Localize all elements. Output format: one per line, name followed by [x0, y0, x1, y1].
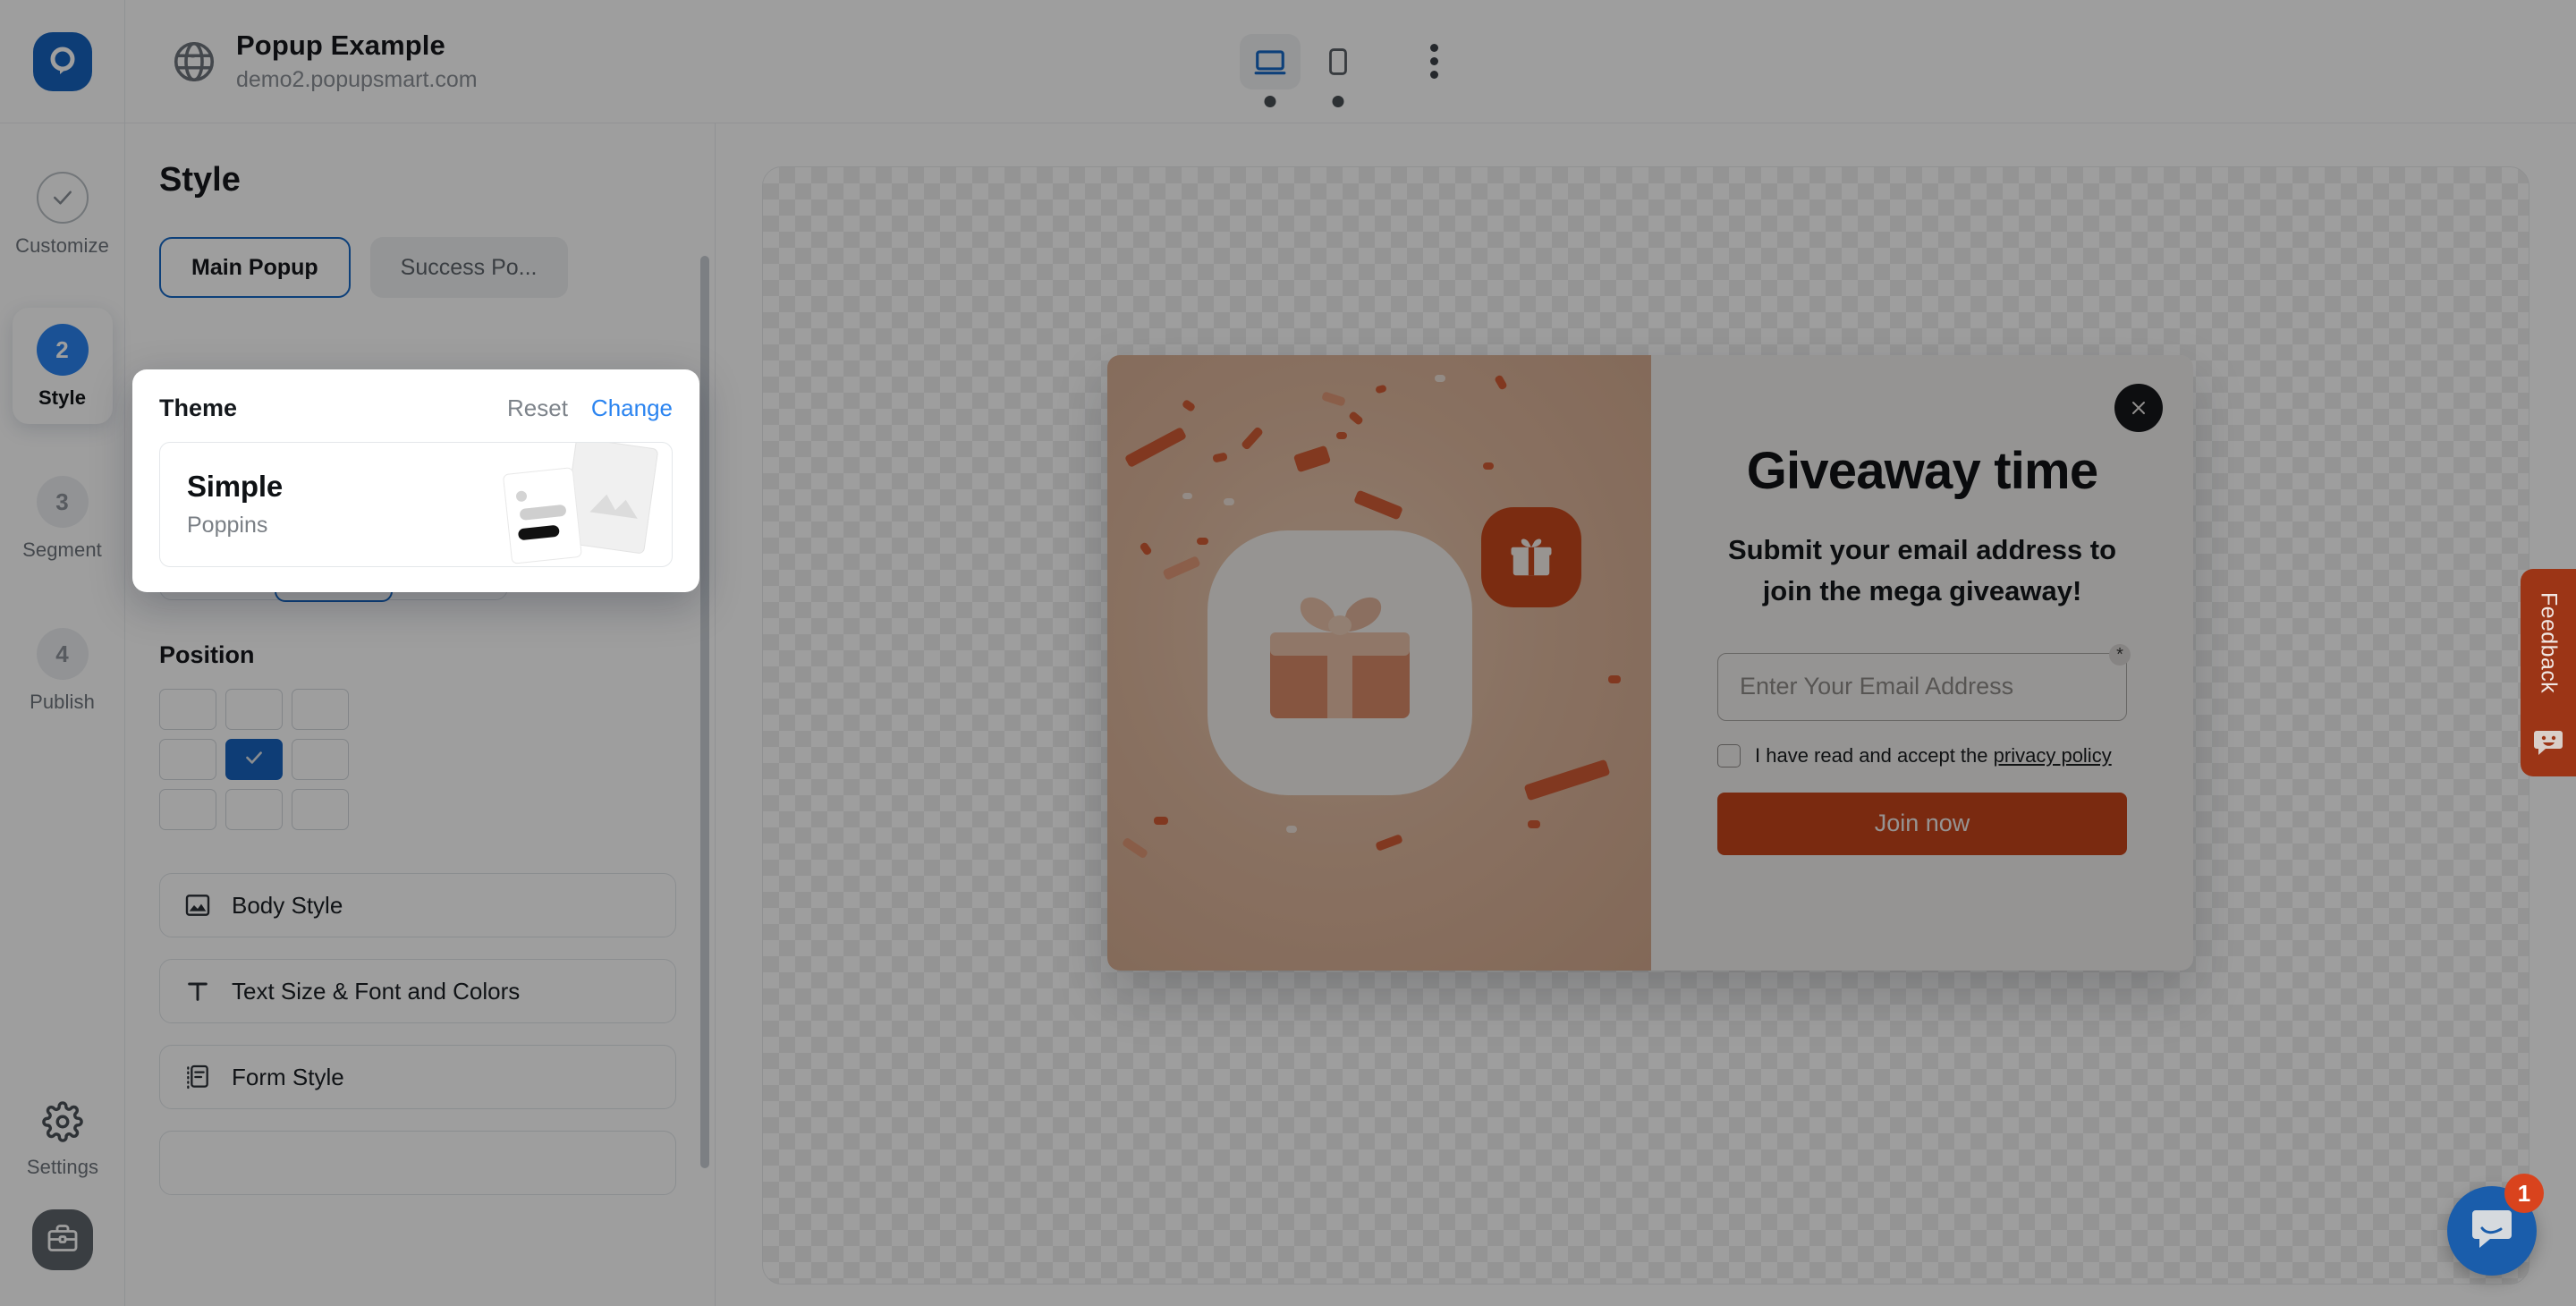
privacy-policy-link[interactable]: privacy policy	[1994, 744, 2112, 767]
kebab-dot	[1429, 71, 1438, 79]
theme-panel-header: Theme Reset Change	[159, 394, 673, 422]
popup-preview: Giveaway time Submit your email address …	[1107, 355, 2193, 971]
consent-label: I have read and accept the privacy polic…	[1755, 744, 2112, 767]
accordion-body-style[interactable]: Body Style	[159, 873, 676, 937]
kebab-dot	[1429, 44, 1438, 52]
theme-title: Theme	[159, 394, 238, 421]
chat-bubble-icon	[2469, 1207, 2515, 1256]
accordion-label: Form Style	[232, 1063, 344, 1090]
theme-panel: Theme Reset Change Simple Poppins	[132, 369, 699, 592]
sidebar-bottom: Settings	[0, 1101, 125, 1270]
sidebar-item-label: Publish	[30, 691, 95, 713]
accordion-form-style[interactable]: Form Style	[159, 1045, 676, 1109]
theme-change-button[interactable]: Change	[591, 394, 673, 422]
workspace-button[interactable]	[32, 1209, 93, 1270]
position-label: Position	[159, 641, 255, 668]
project-domain: demo2.popupsmart.com	[236, 67, 478, 92]
gift-box-illustration	[1250, 570, 1429, 740]
sidebar-item-segment[interactable]: 3 Segment	[13, 460, 113, 576]
check-circle-icon	[36, 172, 89, 224]
consent-checkbox[interactable]	[1717, 743, 1741, 767]
required-marker: *	[2109, 643, 2131, 666]
theme-card[interactable]: Simple Poppins	[159, 442, 673, 567]
globe-icon	[170, 38, 218, 86]
device-active-dot	[1264, 95, 1276, 107]
kebab-dot	[1429, 57, 1438, 65]
position-cell-middle-center[interactable]	[225, 739, 283, 780]
feedback-label: Feedback	[2536, 592, 2562, 693]
smiley-face-icon	[2533, 729, 2563, 760]
accordion-label: Text Size & Font and Colors	[232, 977, 521, 1005]
sidebar-item-label: Style	[38, 386, 87, 409]
email-field-wrapper: *	[1717, 643, 2131, 721]
popupsmart-logo-icon	[32, 31, 92, 91]
step-number-badge: 2	[36, 324, 89, 376]
sidebar-item-label: Segment	[22, 539, 102, 561]
gear-icon	[42, 1101, 83, 1147]
canvas-stage: Giveaway time Submit your email address …	[762, 166, 2529, 1285]
panel-title: Style	[159, 161, 241, 199]
sidebar-steps: Customize 2 Style 3 Segment 4 Publish	[0, 123, 124, 728]
position-cell-middle-right[interactable]	[292, 739, 349, 780]
style-panel: Style Main Popup Success Po... Basic Adv…	[125, 123, 716, 1306]
position-cell-bottom-center[interactable]	[225, 789, 283, 830]
panel-scrollbar[interactable]	[700, 256, 709, 1168]
accordion-label: Body Style	[232, 891, 343, 919]
popup-image-panel	[1107, 355, 1651, 971]
device-active-dot	[1332, 95, 1344, 107]
kebab-menu-icon[interactable]	[1406, 34, 1462, 89]
sidebar-item-customize[interactable]: Customize	[13, 156, 113, 272]
accordion-text-style[interactable]: Text Size & Font and Colors	[159, 959, 676, 1023]
close-x-icon[interactable]	[2114, 384, 2163, 432]
consent-row: I have read and accept the privacy polic…	[1717, 743, 2127, 767]
app-logo[interactable]	[0, 0, 124, 123]
position-cell-bottom-right[interactable]	[292, 789, 349, 830]
tab-success-popup[interactable]: Success Po...	[369, 237, 568, 298]
sidebar-item-style[interactable]: 2 Style	[12, 308, 113, 424]
step-number-badge: 3	[36, 476, 89, 528]
device-desktop-button[interactable]	[1240, 33, 1301, 107]
sidebar-item-label: Customize	[15, 234, 109, 257]
target-icon-row	[125, 321, 715, 360]
preview-canvas: Giveaway time Submit your email address …	[716, 123, 2576, 1306]
popup-variant-tabs: Main Popup Success Po...	[159, 237, 715, 298]
theme-actions: Reset Change	[507, 394, 673, 422]
gift-icon	[1481, 507, 1581, 607]
left-rail: Customize 2 Style 3 Segment 4 Publish Se…	[0, 0, 125, 1306]
position-cell-middle-left[interactable]	[159, 739, 216, 780]
position-cell-bottom-left[interactable]	[159, 789, 216, 830]
position-cell-top-right[interactable]	[292, 689, 349, 730]
popup-form-panel: Giveaway time Submit your email address …	[1651, 355, 2193, 971]
accordion-extra[interactable]	[159, 1131, 676, 1195]
page-title: Popup Example	[236, 30, 445, 61]
sidebar-item-label: Settings	[26, 1156, 99, 1178]
image-icon	[183, 891, 212, 920]
consent-text: I have read and accept the	[1755, 743, 1988, 767]
sidebar-item-publish[interactable]: 4 Publish	[13, 612, 113, 728]
device-preview-switch	[1240, 33, 1462, 107]
check-icon	[242, 746, 266, 774]
sidebar-item-settings[interactable]: Settings	[27, 1101, 98, 1179]
email-field[interactable]	[1717, 652, 2127, 721]
briefcase-icon	[47, 1222, 79, 1259]
top-bar: Popup Example demo2.popupsmart.com	[125, 0, 2576, 123]
step-number-badge: 4	[36, 628, 89, 680]
form-icon	[183, 1063, 212, 1091]
position-cell-top-center[interactable]	[225, 689, 283, 730]
text-t-icon	[183, 977, 212, 1005]
position-cell-top-left[interactable]	[159, 689, 216, 730]
project-info: Popup Example demo2.popupsmart.com	[170, 30, 478, 93]
theme-cards-preview-icon	[461, 443, 666, 566]
style-accordion-list: Body Style Text Size & Font and Colors F…	[159, 873, 715, 1195]
feedback-tab[interactable]: Feedback	[2521, 569, 2576, 776]
popup-heading: Giveaway time	[1746, 442, 2098, 500]
theme-reset-button[interactable]: Reset	[507, 394, 568, 422]
chat-unread-badge: 1	[2504, 1174, 2544, 1213]
position-grid	[159, 689, 715, 830]
tab-main-popup[interactable]: Main Popup	[159, 237, 351, 298]
join-now-button[interactable]: Join now	[1717, 792, 2127, 855]
popup-subheading: Submit your email address to join the me…	[1727, 534, 2117, 606]
device-mobile-button[interactable]	[1308, 34, 1368, 107]
